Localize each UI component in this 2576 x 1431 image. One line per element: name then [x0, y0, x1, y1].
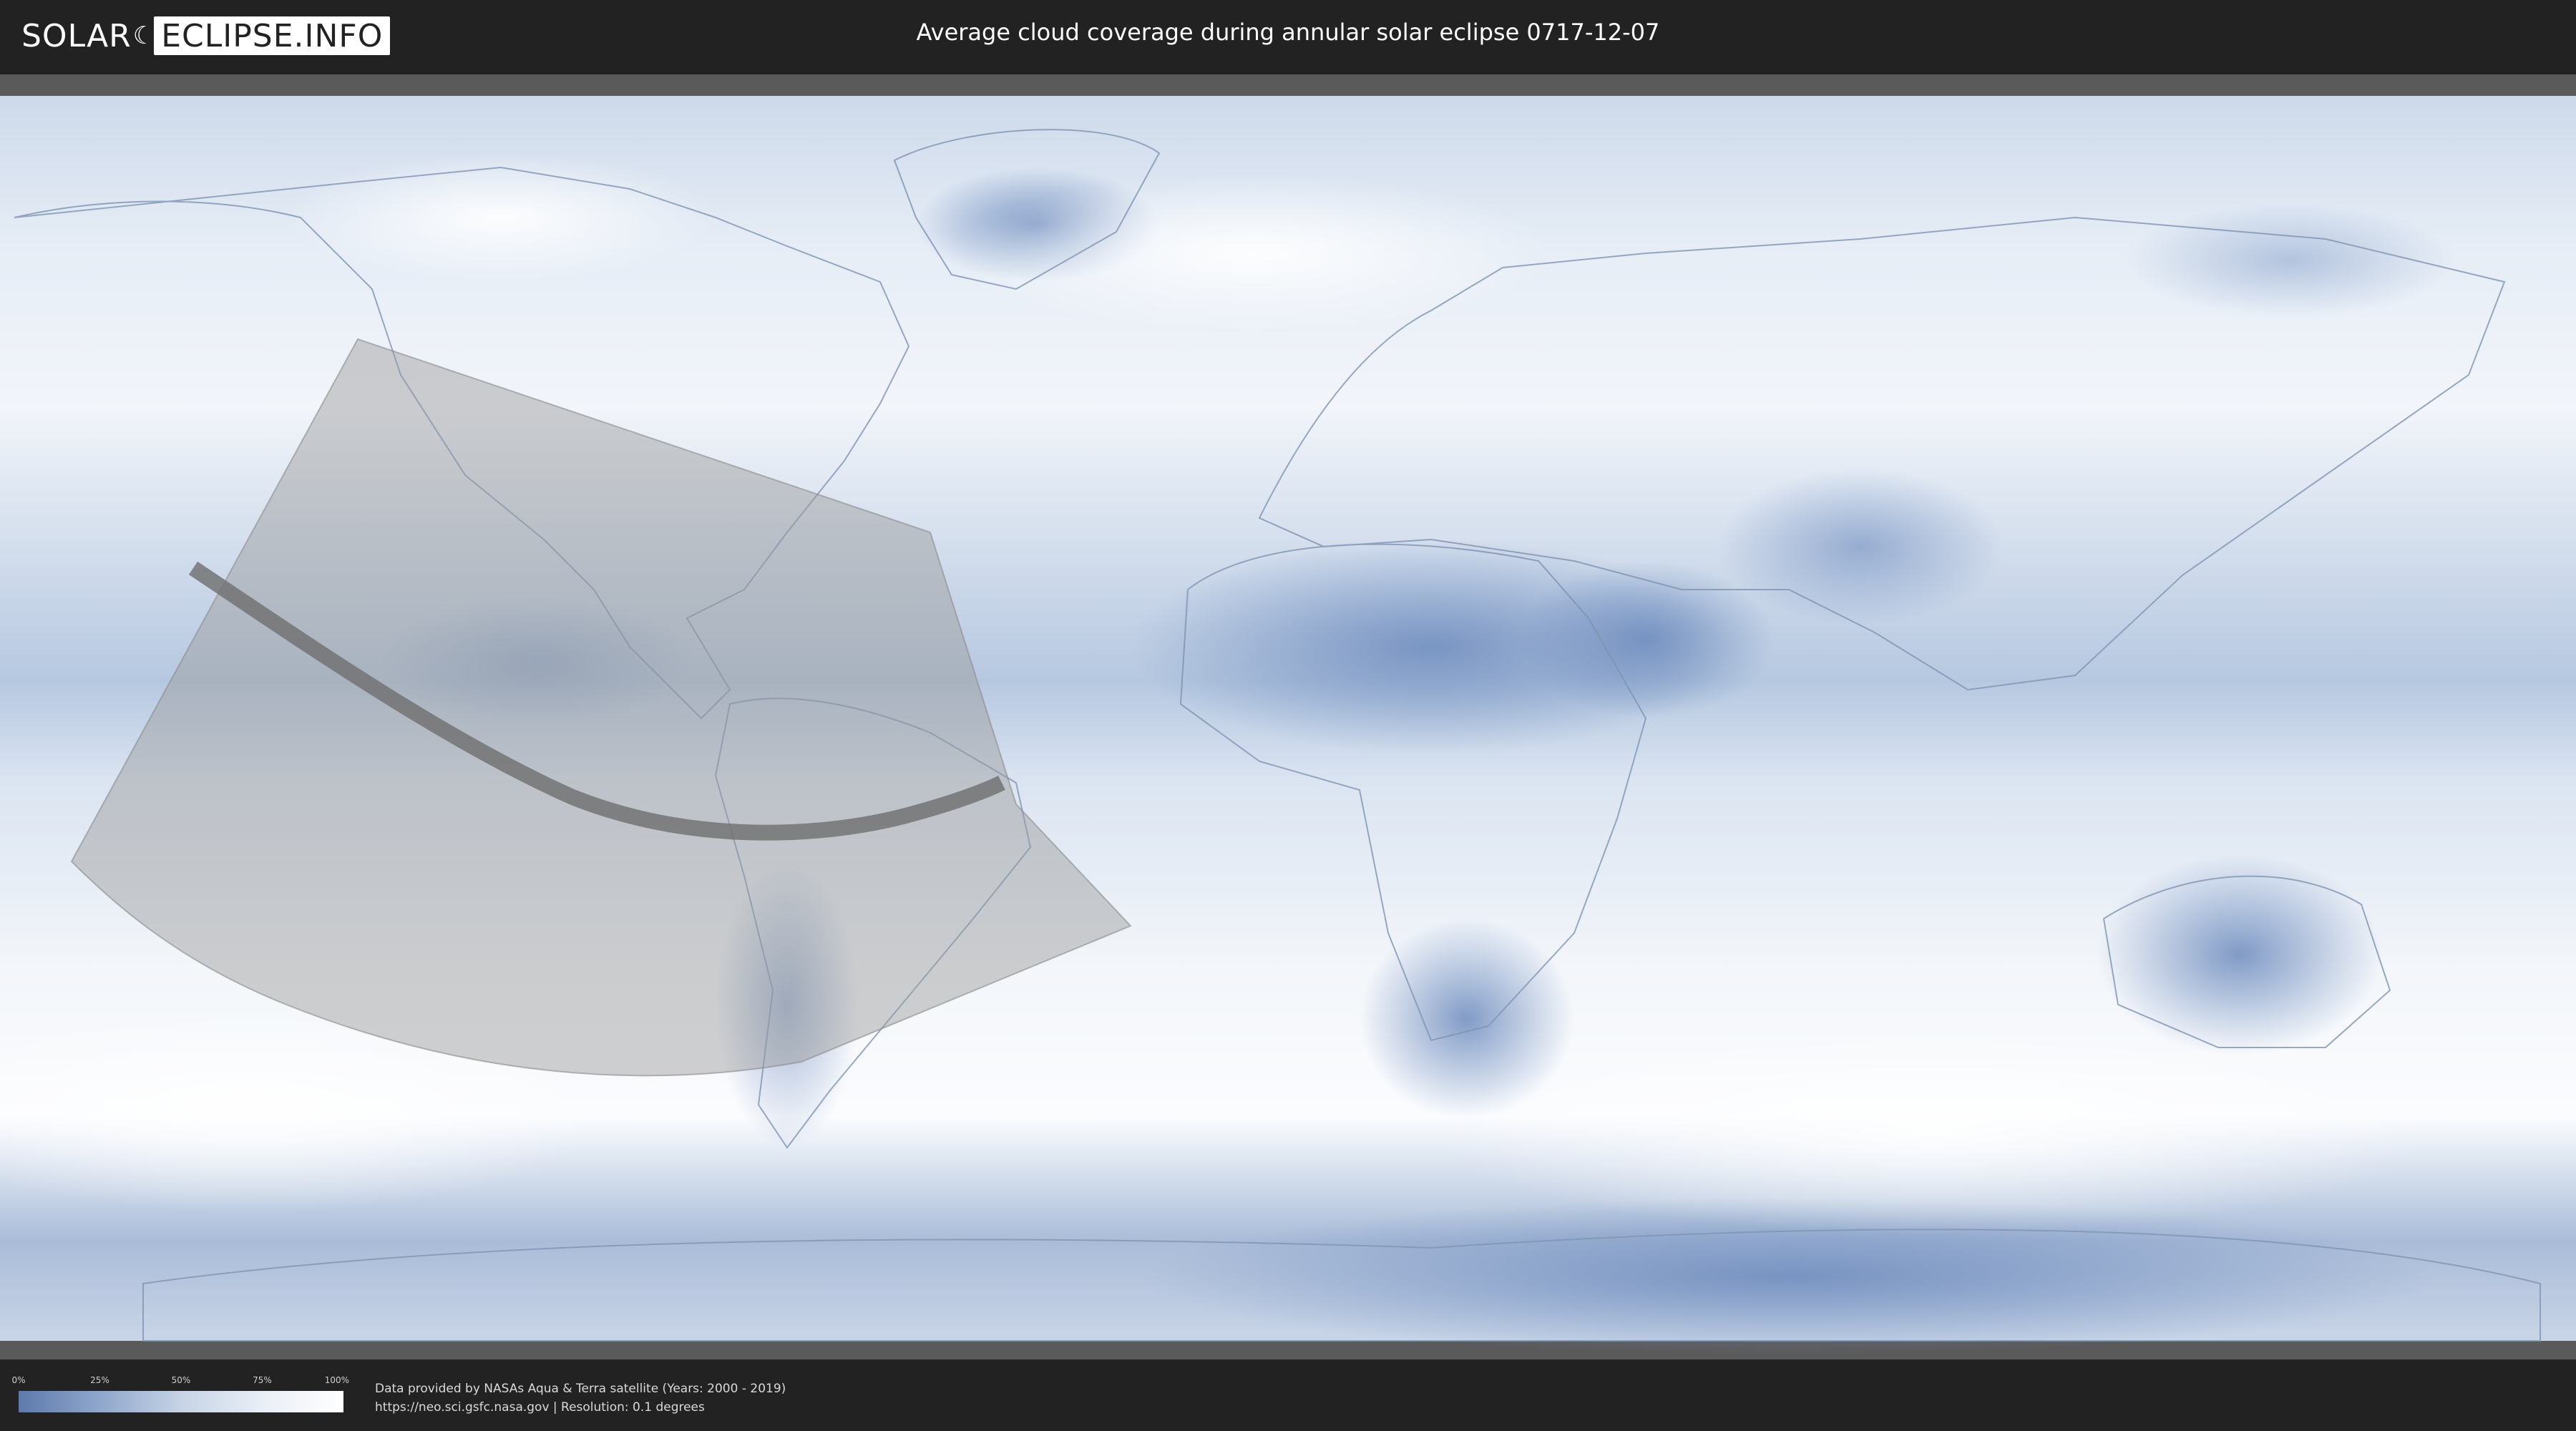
page-title: Average cloud coverage during annular so… [916, 19, 1660, 46]
data-credits: Data provided by NASAs Aqua & Terra sate… [375, 1379, 786, 1417]
legend-tick-labels: 0% 25% 50% 75% 100% [11, 1375, 349, 1385]
southern-ocean-clouds-east [1431, 1033, 2433, 1234]
legend-tick-100: 100% [324, 1375, 350, 1385]
siberia-clear-region [2125, 203, 2454, 318]
legend-tick-25: 25% [90, 1375, 109, 1385]
north-pacific-clouds [286, 153, 716, 282]
credits-line-1: Data provided by NASAs Aqua & Terra sate… [375, 1382, 786, 1396]
legend-tick-0: 0% [11, 1375, 26, 1385]
legend-tick-50: 50% [171, 1375, 191, 1385]
legend-color-bar [19, 1391, 343, 1412]
australia-clear-region [2097, 854, 2383, 1055]
footer-bar: 0% 25% 50% 75% 100% Data provided by NAS… [0, 1359, 2576, 1431]
north-atlantic-clouds [952, 175, 1553, 332]
cloud-coverage-map [0, 74, 2576, 1359]
world-map [0, 74, 2576, 1359]
header-bar: SOLAR ☾ ECLIPSE.INFO Average cloud cover… [0, 0, 2576, 72]
legend-tick-75: 75% [253, 1375, 272, 1385]
credits-line-2: https://neo.sci.gsfc.nasa.gov | Resoluti… [375, 1400, 705, 1415]
cloud-coverage-legend: 0% 25% 50% 75% 100% [11, 1375, 349, 1415]
himalaya-clear-region [1717, 468, 2004, 625]
